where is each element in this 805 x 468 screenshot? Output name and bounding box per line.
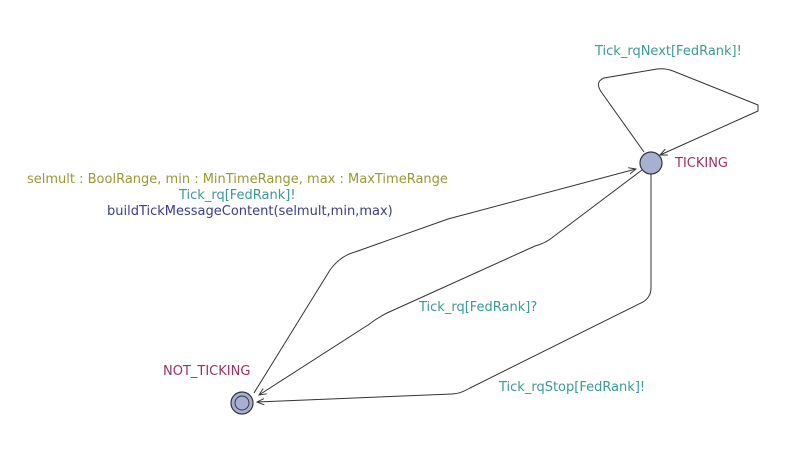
sync-label-request: Tick_rq[FedRank]? xyxy=(418,300,537,315)
automaton-canvas: TICKING NOT_TICKING Tick_rqNext[FedRank]… xyxy=(27,44,759,415)
sync-label-stop: Tick_rqStop[FedRank]! xyxy=(498,380,645,395)
location-label-ticking: TICKING xyxy=(674,156,728,171)
location-ticking[interactable] xyxy=(639,151,663,175)
select-label-start: selmult : BoolRange, min : MinTimeRange,… xyxy=(27,172,448,187)
update-label-start: buildTickMessageContent(selmult,min,max) xyxy=(107,204,393,219)
location-label-not-ticking: NOT_TICKING xyxy=(163,364,250,379)
sync-label-start: Tick_rq[FedRank]! xyxy=(178,188,296,203)
edge-start-tick-rq[interactable] xyxy=(253,169,636,394)
sync-label-rqnext: Tick_rqNext[FedRank]! xyxy=(594,44,742,59)
initial-location-marker xyxy=(234,395,250,411)
edge-self-loop-rqnext[interactable] xyxy=(598,68,759,155)
